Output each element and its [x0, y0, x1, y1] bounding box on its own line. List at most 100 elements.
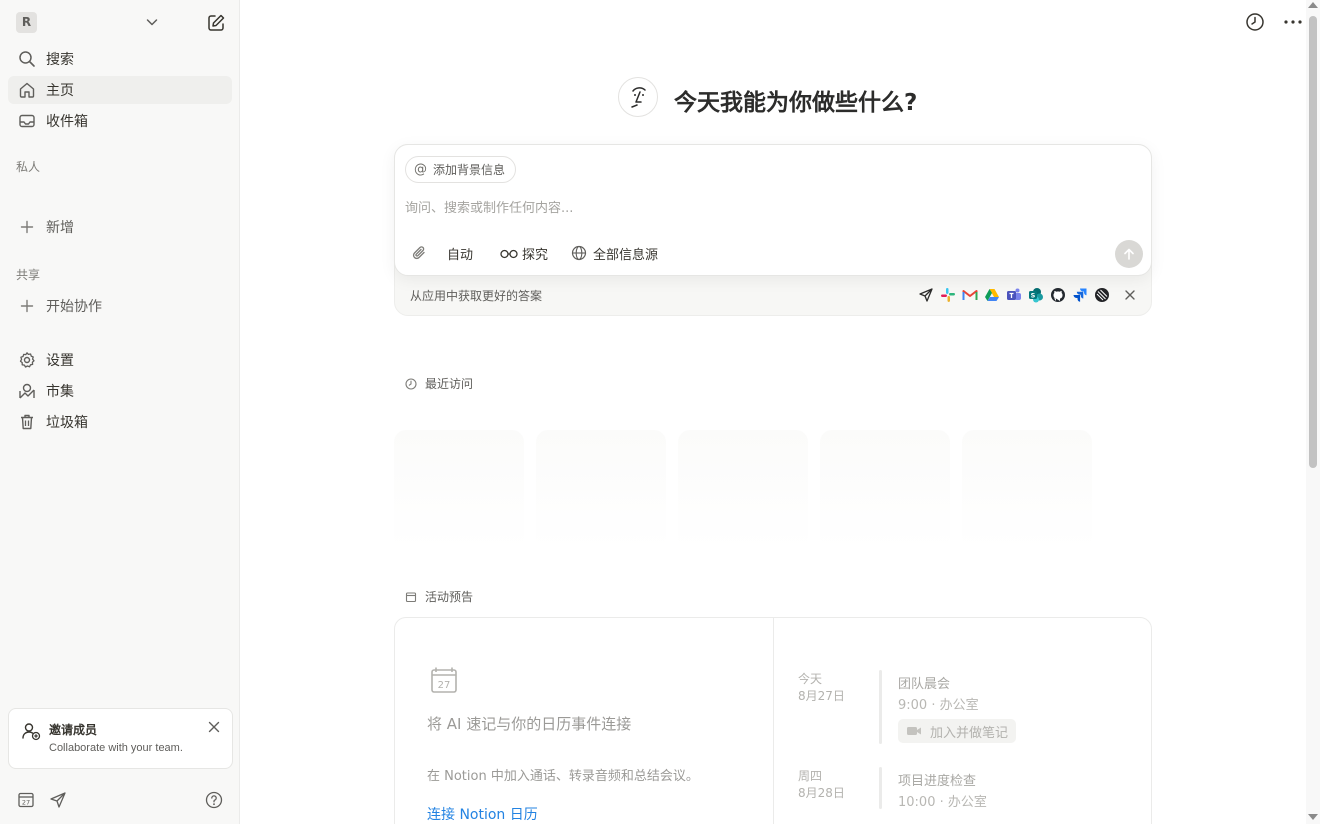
day-name: 今天 — [798, 672, 823, 686]
search-icon — [17, 49, 37, 69]
globe-icon — [571, 245, 587, 261]
scrollbar[interactable] — [1306, 0, 1320, 824]
trash-icon — [17, 412, 37, 432]
linear-icon[interactable] — [1094, 287, 1110, 303]
join-label: 加入并做笔记 — [930, 725, 1009, 741]
marketplace-icon — [17, 381, 37, 401]
workspace-avatar[interactable]: R — [16, 12, 37, 33]
page-title: 今天我能为你做些什么? — [674, 90, 918, 116]
sidebar-item-label: 垃圾箱 — [46, 415, 88, 431]
event-title[interactable]: 项目进度检查 — [898, 770, 976, 789]
research-button[interactable]: 探究 — [500, 242, 548, 264]
history-icon[interactable] — [1244, 11, 1266, 33]
slack-icon[interactable] — [940, 287, 956, 303]
sidebar-item-search[interactable]: 搜索 — [8, 45, 232, 73]
event-title[interactable]: 团队晨会 — [898, 673, 950, 692]
section-shared-label[interactable]: 共享 — [16, 266, 40, 283]
arrow-up-icon — [1124, 248, 1134, 260]
attach-button[interactable] — [411, 242, 427, 264]
recent-label: 最近访问 — [425, 377, 474, 391]
at-icon: @ — [414, 162, 427, 177]
section-private-label[interactable]: 私人 — [16, 158, 40, 175]
promo-title: 将 AI 速记与你的日历事件连接 — [427, 715, 632, 733]
day-date: 8月28日 — [798, 786, 845, 800]
invite-members-card[interactable]: 邀请成员 Collaborate with your team. — [8, 708, 233, 769]
sidebar-item-settings[interactable]: 设置 — [8, 346, 232, 374]
google-drive-icon[interactable] — [984, 287, 1000, 303]
connect-calendar-link[interactable]: 连接 Notion 日历 — [427, 804, 538, 824]
glasses-icon — [500, 249, 518, 259]
invite-title: 邀请成员 — [49, 723, 98, 737]
sources-label: 全部信息源 — [593, 247, 659, 263]
scroll-up-arrow[interactable] — [1308, 2, 1318, 8]
connect-apps-text[interactable]: 从应用中获取更好的答案 — [410, 287, 542, 304]
day-name: 周四 — [798, 769, 823, 783]
sharepoint-icon[interactable]: S — [1028, 287, 1044, 303]
sidebar-item-label: 设置 — [46, 353, 74, 369]
day-bar — [879, 670, 882, 744]
help-icon[interactable] — [204, 790, 224, 810]
gmail-icon[interactable] — [962, 287, 978, 303]
workspace-switcher[interactable]: R — [16, 12, 230, 34]
send-app-icon[interactable] — [918, 287, 934, 303]
plus-icon — [17, 217, 37, 237]
home-icon — [17, 80, 37, 100]
sidebar-item-home[interactable]: 主页 — [8, 76, 232, 104]
sidebar-start-collab[interactable]: 开始协作 — [8, 292, 232, 320]
sidebar-item-marketplace[interactable]: 市集 — [8, 377, 232, 405]
recent-placeholder-card — [394, 430, 524, 550]
svg-text:27: 27 — [438, 680, 451, 691]
scroll-down-arrow[interactable] — [1308, 814, 1318, 820]
send-icon[interactable] — [48, 790, 68, 810]
sidebar-item-label: 主页 — [46, 83, 74, 99]
add-user-icon — [22, 723, 41, 741]
send-button[interactable] — [1115, 240, 1143, 268]
sidebar-item-label: 市集 — [46, 384, 74, 400]
new-page-icon[interactable] — [206, 13, 226, 33]
svg-text:27: 27 — [22, 799, 30, 807]
event-meta: 10:00 · 办公室 — [898, 795, 987, 810]
event-meta: 9:00 · 办公室 — [898, 698, 979, 713]
join-and-notes-button[interactable]: 加入并做笔记 — [898, 719, 1017, 743]
sidebar: R 搜索 主页 收件箱 私人 新增 共享 开始协作 设置 市集 垃圾箱 邀请成员 — [0, 0, 240, 824]
mode-select[interactable]: 自动 — [447, 242, 473, 264]
scroll-thumb[interactable] — [1309, 16, 1317, 468]
day-label: 周四 8月28日 — [798, 768, 845, 802]
clock-icon — [405, 377, 417, 390]
add-context-button[interactable]: @ 添加背景信息 — [405, 156, 517, 183]
plus-icon — [17, 296, 37, 316]
github-icon[interactable] — [1050, 287, 1066, 303]
events-label: 活动预告 — [425, 590, 474, 604]
close-icon[interactable] — [1122, 287, 1138, 303]
recent-header: 最近访问 — [405, 375, 473, 392]
promo-description: 在 Notion 中加入通话、转录音频和总结会议。 — [427, 769, 699, 784]
chevron-down-icon[interactable] — [144, 14, 160, 30]
sidebar-item-trash[interactable]: 垃圾箱 — [8, 408, 232, 436]
more-options-icon[interactable] — [1282, 11, 1304, 33]
day-bar — [879, 767, 882, 809]
jira-icon[interactable] — [1072, 287, 1088, 303]
recent-placeholder-card — [678, 430, 808, 550]
svg-text:S: S — [1031, 292, 1036, 300]
invite-subtitle: Collaborate with your team. — [49, 742, 183, 754]
paperclip-icon — [412, 246, 425, 260]
day-date: 8月27日 — [798, 689, 845, 703]
mode-label: 自动 — [447, 247, 474, 263]
divider — [773, 618, 774, 824]
sidebar-item-label: 开始协作 — [46, 299, 102, 315]
prompt-box[interactable]: @ 添加背景信息 自动 探究 全部信息源 — [394, 144, 1152, 276]
inbox-icon — [17, 111, 37, 131]
events-card: 27 将 AI 速记与你的日历事件连接 在 Notion 中加入通话、转录音频和… — [394, 617, 1152, 824]
teams-icon[interactable] — [1006, 287, 1022, 303]
sources-button[interactable]: 全部信息源 — [571, 242, 658, 264]
notion-ai-avatar — [618, 77, 658, 117]
sidebar-item-label: 收件箱 — [46, 114, 88, 130]
sidebar-item-label: 新增 — [46, 220, 74, 236]
sidebar-item-inbox[interactable]: 收件箱 — [8, 107, 232, 135]
calendar-icon[interactable]: 27 — [16, 790, 36, 810]
close-icon[interactable] — [206, 719, 222, 735]
sidebar-add-new[interactable]: 新增 — [8, 213, 232, 241]
calendar-27-icon: 27 — [431, 667, 457, 693]
recent-placeholder-card — [820, 430, 950, 550]
prompt-input[interactable] — [405, 197, 1105, 219]
